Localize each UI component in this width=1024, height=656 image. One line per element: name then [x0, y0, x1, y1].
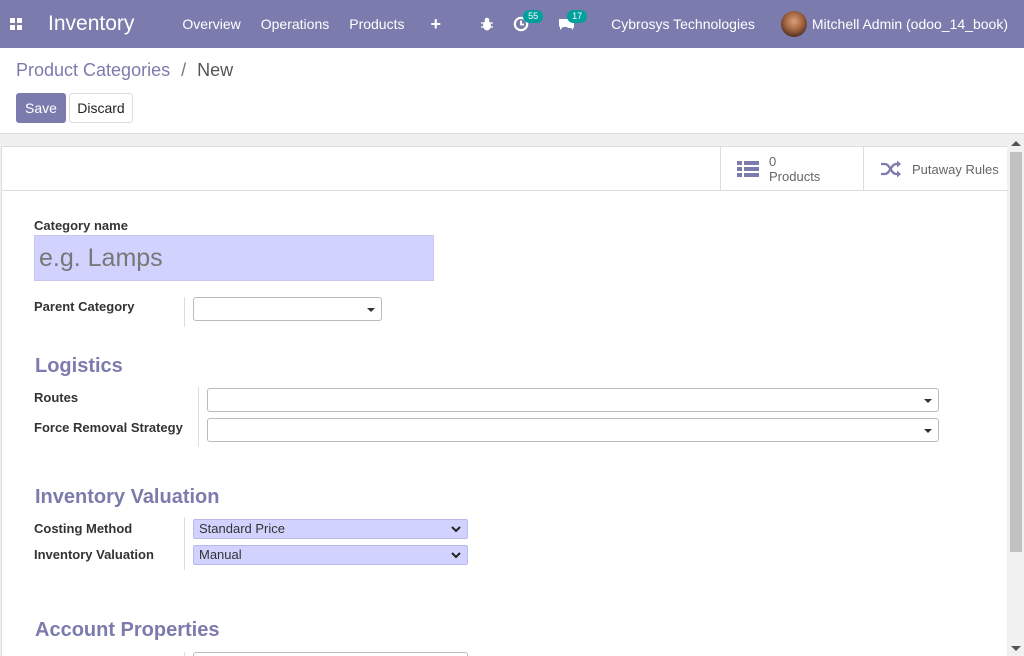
activity-count-badge: 55 [523, 10, 544, 23]
chevron-down-icon [451, 552, 461, 559]
parent-category-select[interactable] [193, 297, 382, 321]
menu-operations[interactable]: Operations [261, 16, 329, 32]
field-divider [184, 652, 185, 656]
field-divider [184, 297, 185, 327]
costing-method-select[interactable]: Standard Price [193, 519, 468, 539]
top-navbar: Inventory Overview Operations Products +… [0, 0, 1024, 48]
scroll-up-arrow-icon[interactable] [1011, 141, 1021, 146]
save-button[interactable]: Save [16, 93, 66, 123]
caret-down-icon [924, 429, 932, 433]
scroll-down-arrow-icon[interactable] [1011, 646, 1021, 651]
breadcrumb: Product Categories / New [16, 60, 233, 81]
messages-count-badge: 17 [567, 10, 588, 23]
avatar[interactable] [780, 11, 807, 37]
plus-icon[interactable]: + [430, 14, 441, 35]
products-count: 0 [769, 154, 777, 169]
routes-label: Routes [34, 390, 79, 405]
category-name-label: Category name [34, 218, 128, 233]
caret-down-icon [367, 308, 375, 312]
activity-menu[interactable]: 55 [513, 10, 544, 34]
shuffle-icon [881, 160, 901, 178]
inventory-valuation-section-title: Inventory Valuation [35, 486, 220, 508]
menu-overview[interactable]: Overview [182, 16, 240, 32]
main-menu: Overview Operations Products + [182, 14, 461, 35]
discard-button[interactable]: Discard [69, 93, 133, 123]
field-divider [198, 387, 199, 447]
removal-strategy-select[interactable] [207, 418, 939, 442]
scrollbar-thumb[interactable] [1010, 152, 1022, 552]
breadcrumb-parent[interactable]: Product Categories [16, 60, 170, 80]
parent-category-label: Parent Category [34, 299, 135, 314]
inventory-valuation-value: Manual [199, 547, 242, 562]
chevron-down-icon [451, 526, 461, 533]
field-divider [184, 517, 185, 570]
menu-products[interactable]: Products [349, 16, 404, 32]
bug-icon[interactable] [479, 16, 495, 32]
user-menu[interactable]: Mitchell Admin (odoo_14_book) [812, 16, 1008, 32]
systray: 55 17 Cybrosys Technologies Mitchell Adm… [479, 0, 1024, 48]
form-sheet: 0 Products Putaway Rules Category name e… [1, 146, 1008, 656]
costing-method-label: Costing Method [34, 521, 133, 536]
removal-strategy-label: Force Removal Strategy [34, 420, 183, 435]
breadcrumb-current: New [197, 60, 234, 80]
inventory-valuation-select[interactable]: Manual [193, 545, 468, 565]
breadcrumb-separator: / [181, 60, 187, 80]
messages-menu[interactable]: 17 [557, 10, 588, 34]
account-field-input[interactable] [193, 652, 468, 656]
inventory-valuation-label: Inventory Valuation [34, 547, 154, 562]
routes-input[interactable] [207, 388, 939, 412]
caret-down-icon [924, 399, 932, 403]
apps-menu-icon[interactable] [0, 0, 32, 48]
company-switcher[interactable]: Cybrosys Technologies [611, 16, 755, 32]
category-name-input[interactable]: e.g. Lamps [34, 235, 434, 281]
logistics-section-title: Logistics [35, 355, 123, 377]
smart-button-box: 0 Products Putaway Rules [2, 147, 1008, 191]
products-smart-button[interactable]: 0 Products [720, 147, 864, 191]
account-properties-section-title: Account Properties [35, 619, 220, 641]
putaway-rules-smart-button[interactable]: Putaway Rules [863, 147, 1008, 191]
products-label: Products [769, 169, 821, 184]
list-icon [737, 161, 759, 177]
app-title[interactable]: Inventory [48, 12, 134, 36]
putaway-label: Putaway Rules [912, 161, 999, 177]
costing-method-value: Standard Price [199, 521, 285, 536]
